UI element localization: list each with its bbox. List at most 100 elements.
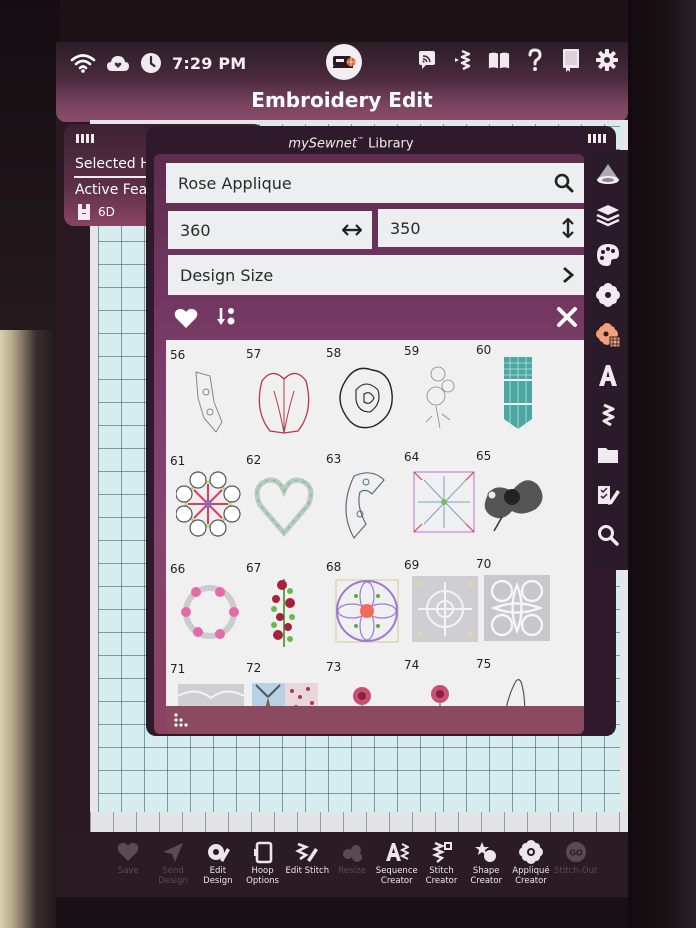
tool-layers[interactable]	[595, 202, 621, 228]
bottom-button-label: Appliqué Creator	[512, 866, 550, 886]
top-bar: 7:29 PM Embroidery Edit	[56, 42, 628, 122]
design-item[interactable]: 66	[168, 560, 248, 670]
design-number: 57	[246, 346, 262, 361]
design-thumbnail	[258, 372, 310, 434]
selected-hoop-label[interactable]: Selected H	[75, 156, 151, 172]
clock-time: 7:29 PM	[172, 53, 247, 73]
design-item[interactable]: 56	[168, 346, 248, 456]
bottom-button-label: Stitch Creator	[425, 866, 458, 886]
pyramid-icon	[597, 164, 619, 184]
heart-icon[interactable]	[174, 308, 198, 332]
design-thumbnail	[195, 371, 223, 433]
bottom-button-hoop-options[interactable]: Hoop Options	[240, 834, 285, 886]
height-input[interactable]: 350	[378, 209, 584, 247]
sewing-machine-button[interactable]	[326, 44, 362, 80]
design-number: 60	[476, 343, 492, 358]
device-bezel-top-left	[0, 0, 60, 340]
tool-hoop-view[interactable]	[595, 162, 621, 188]
bottom-button-edit-stitch[interactable]: Edit Stitch	[285, 834, 330, 876]
bottom-button-label: Hoop Options	[246, 866, 279, 886]
presser-foot-icon	[78, 204, 90, 220]
design-item[interactable]: 62	[244, 451, 324, 561]
design-item[interactable]: 70	[474, 555, 554, 665]
design-item[interactable]: 57	[244, 345, 324, 455]
design-thumbnail	[254, 477, 314, 537]
mysewnet-library-panel: mySewnet™ Library Rose Applique 360 350 …	[146, 126, 616, 736]
bottom-button-stitch-creator[interactable]: Stitch Creator	[419, 834, 464, 886]
tool-stitches[interactable]	[595, 402, 621, 428]
sewing-machine-icon	[333, 56, 356, 68]
design-item[interactable]: 71	[168, 660, 248, 706]
hoop-value: 6D	[98, 205, 115, 219]
manual-icon[interactable]	[560, 48, 582, 72]
help-icon[interactable]	[524, 48, 546, 72]
design-item[interactable]: 64	[402, 448, 482, 558]
horizontal-arrows-icon	[342, 224, 362, 236]
close-icon[interactable]	[556, 306, 578, 332]
bottom-button-edit-design[interactable]: Edit Design	[195, 834, 240, 886]
sort-icon[interactable]	[216, 306, 238, 332]
design-number: 75	[476, 657, 492, 672]
design-size-button[interactable]: Design Size	[168, 255, 584, 295]
bottom-button-appliqu-creator[interactable]: Appliqué Creator	[509, 834, 554, 886]
bluetooth-icon[interactable]	[452, 48, 474, 72]
library-drag-handle[interactable]	[588, 134, 606, 143]
design-item[interactable]: 75	[474, 655, 554, 706]
bottom-button-shape-creator[interactable]: Shape Creator	[464, 834, 509, 886]
tool-search[interactable]	[595, 522, 621, 548]
design-item[interactable]: 74	[402, 656, 482, 706]
width-input[interactable]: 360	[168, 211, 372, 249]
wifi-icon[interactable]	[70, 53, 96, 73]
library-toolbar	[168, 300, 584, 338]
settings-icon[interactable]	[596, 48, 618, 72]
active-feature-label[interactable]: Active Fea	[75, 182, 147, 198]
design-item[interactable]: 68	[324, 558, 404, 668]
open-book-icon[interactable]	[488, 48, 510, 72]
design-thumbnail	[339, 367, 393, 428]
design-number: 74	[404, 658, 420, 673]
design-item[interactable]: 63	[324, 450, 404, 560]
cloud-heart-icon[interactable]	[106, 53, 130, 73]
flower-icon	[596, 283, 620, 307]
device-bezel-bottom	[56, 897, 628, 928]
design-item[interactable]: 67	[244, 559, 324, 669]
tool-strip	[588, 150, 628, 570]
tool-design-library[interactable]	[595, 322, 621, 348]
tool-designs[interactable]	[595, 282, 621, 308]
design-number: 68	[326, 559, 342, 574]
design-item[interactable]: 59	[402, 342, 482, 452]
design-item[interactable]: 65	[474, 447, 554, 557]
search-icon[interactable]	[554, 173, 574, 193]
panel-drag-handle[interactable]	[76, 134, 94, 143]
bottom-button-label: Shape Creator	[470, 866, 503, 886]
design-item[interactable]: 58	[324, 344, 404, 454]
search-input[interactable]: Rose Applique	[166, 163, 584, 203]
bottom-button-label: Stitch-Out	[554, 866, 598, 876]
search-value: Rose Applique	[178, 173, 292, 193]
tool-files[interactable]	[595, 442, 621, 468]
design-item[interactable]: 60	[474, 341, 554, 451]
edit-stitch-icon	[295, 842, 319, 862]
design-thumbnail	[252, 682, 318, 706]
design-thumbnail	[176, 471, 241, 537]
design-number: 67	[246, 560, 262, 575]
tool-colors[interactable]	[595, 242, 621, 268]
design-number: 63	[326, 451, 342, 466]
dots-grip-icon[interactable]	[174, 712, 192, 731]
search-icon	[598, 525, 619, 546]
cast-icon[interactable]	[416, 48, 438, 72]
design-thumbnail	[177, 684, 245, 706]
tool-edit-tools[interactable]	[595, 482, 621, 508]
device-bezel-right	[628, 0, 696, 928]
design-item[interactable]: 72	[244, 659, 324, 706]
design-item[interactable]: 69	[402, 556, 482, 666]
design-item[interactable]: 73	[324, 658, 404, 706]
clock-icon	[140, 52, 162, 74]
font-a-icon	[599, 365, 617, 386]
bottom-button-sequence-creator[interactable]: Sequence Creator	[374, 834, 419, 886]
design-item[interactable]: 61	[168, 452, 248, 562]
layers-icon	[596, 205, 620, 227]
tool-fonts[interactable]	[595, 362, 621, 388]
design-number: 70	[476, 557, 492, 572]
send-icon	[163, 843, 184, 862]
